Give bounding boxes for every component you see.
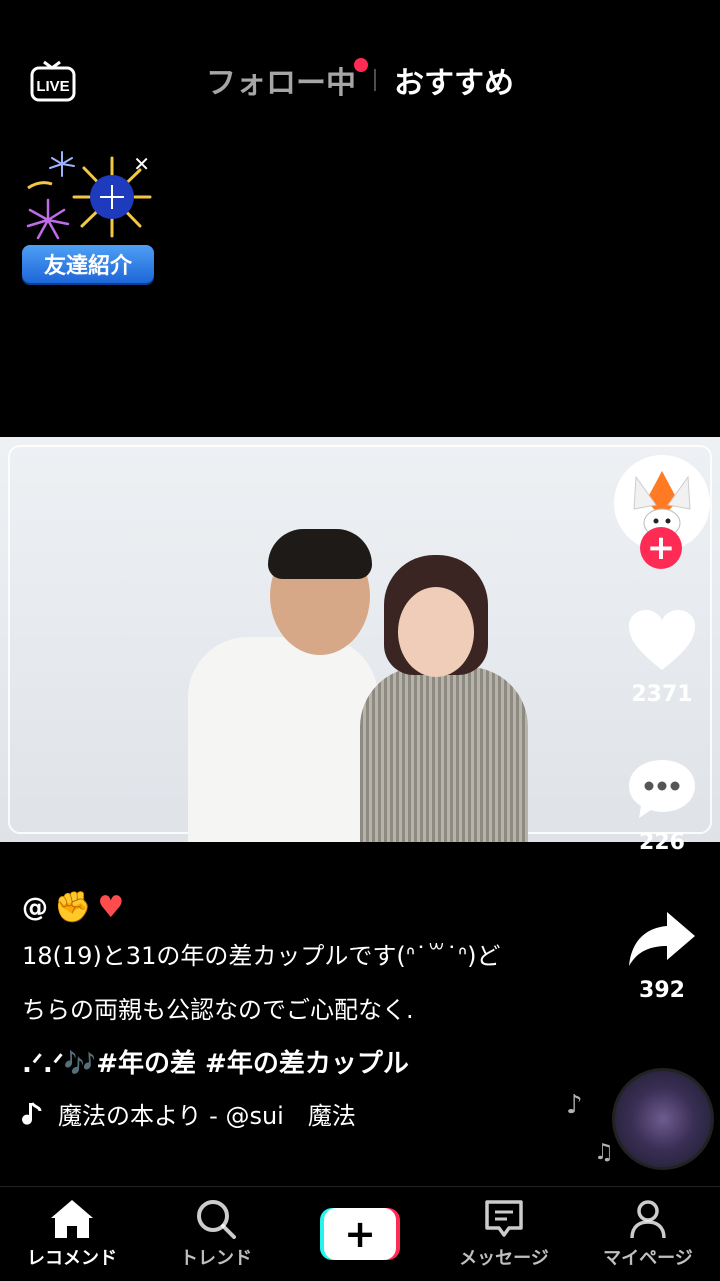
nav-profile[interactable]: マイページ <box>583 1198 713 1270</box>
feed-tabs: フォロー中 おすすめ <box>0 58 720 102</box>
description-line-2: ちらの両親も公認なのでご心配なく. <box>22 996 414 1024</box>
share-arrow-icon <box>629 912 695 966</box>
music-info[interactable]: 魔法の本より - @sui 魔法 <box>22 1096 592 1131</box>
plus-icon: + <box>324 1208 396 1260</box>
nav-trend-label: トレンド <box>180 1248 252 1269</box>
username-text: @ <box>22 892 48 923</box>
video-player[interactable] <box>0 437 720 842</box>
heart-icon <box>629 610 695 670</box>
video-caption: @ ✊ ♥ 18(19)と31の年の差カップルです(ᐢ˙꒳˙ᐢ)ど ちらの両親も… <box>22 890 592 1131</box>
tab-recommended-label: おすすめ <box>394 66 514 101</box>
fist-emoji-icon: ✊ <box>54 890 92 925</box>
person-man <box>188 637 378 842</box>
follow-button[interactable]: + <box>640 527 682 569</box>
tab-following[interactable]: フォロー中 <box>206 58 368 102</box>
like-button[interactable]: 2371 <box>620 608 704 707</box>
floating-note-icon: ♪ <box>566 1090 583 1120</box>
close-icon[interactable]: ✕ <box>133 152 150 176</box>
message-icon <box>485 1200 523 1237</box>
home-icon <box>51 1200 93 1238</box>
like-count: 2371 <box>631 682 693 707</box>
person-man-hair <box>268 529 372 579</box>
create-button[interactable]: + <box>320 1208 400 1260</box>
tab-recommended[interactable]: おすすめ <box>394 58 514 102</box>
nav-profile-label: マイページ <box>603 1248 693 1269</box>
tab-following-label: フォロー中 <box>206 66 356 101</box>
creator-username[interactable]: @ ✊ ♥ <box>22 890 592 925</box>
music-note-icon <box>22 1101 42 1125</box>
nav-home-label: レコメンド <box>27 1248 117 1269</box>
share-button[interactable]: 392 <box>620 908 704 1003</box>
hashtags[interactable]: .ᐟ.ᐟ🎶#年の差 #年の差カップル <box>22 1043 592 1080</box>
person-woman-head <box>398 587 474 677</box>
friend-referral-banner[interactable]: ✕ 友達紹介 <box>20 150 160 285</box>
profile-icon <box>630 1200 666 1239</box>
person-woman <box>360 667 528 842</box>
nav-home[interactable]: レコメンド <box>7 1198 137 1270</box>
comment-count: 226 <box>639 830 685 855</box>
nav-create[interactable]: + <box>295 1208 425 1260</box>
notification-dot <box>354 58 368 72</box>
nav-messages-label: メッセージ <box>459 1248 549 1269</box>
comment-button[interactable]: 226 <box>620 756 704 855</box>
burning-heart-emoji-icon: ♥ <box>97 890 125 925</box>
description-line-1: 18(19)と31の年の差カップルです(ᐢ˙꒳˙ᐢ)ど <box>22 942 501 970</box>
tab-divider <box>374 69 376 91</box>
share-count: 392 <box>639 978 685 1003</box>
music-title: 魔法の本より - @sui 魔法 <box>58 1102 356 1130</box>
comment-icon <box>629 760 695 818</box>
nav-trend[interactable]: トレンド <box>151 1198 281 1270</box>
nav-messages[interactable]: メッセージ <box>439 1198 569 1270</box>
friend-referral-label: 友達紹介 <box>22 245 154 283</box>
search-icon <box>197 1200 236 1239</box>
bottom-navigation: レコメンド トレンド + メッセージ マイページ <box>0 1186 720 1281</box>
floating-note-icon-2: ♫ <box>594 1140 614 1165</box>
music-disc[interactable] <box>612 1068 714 1170</box>
